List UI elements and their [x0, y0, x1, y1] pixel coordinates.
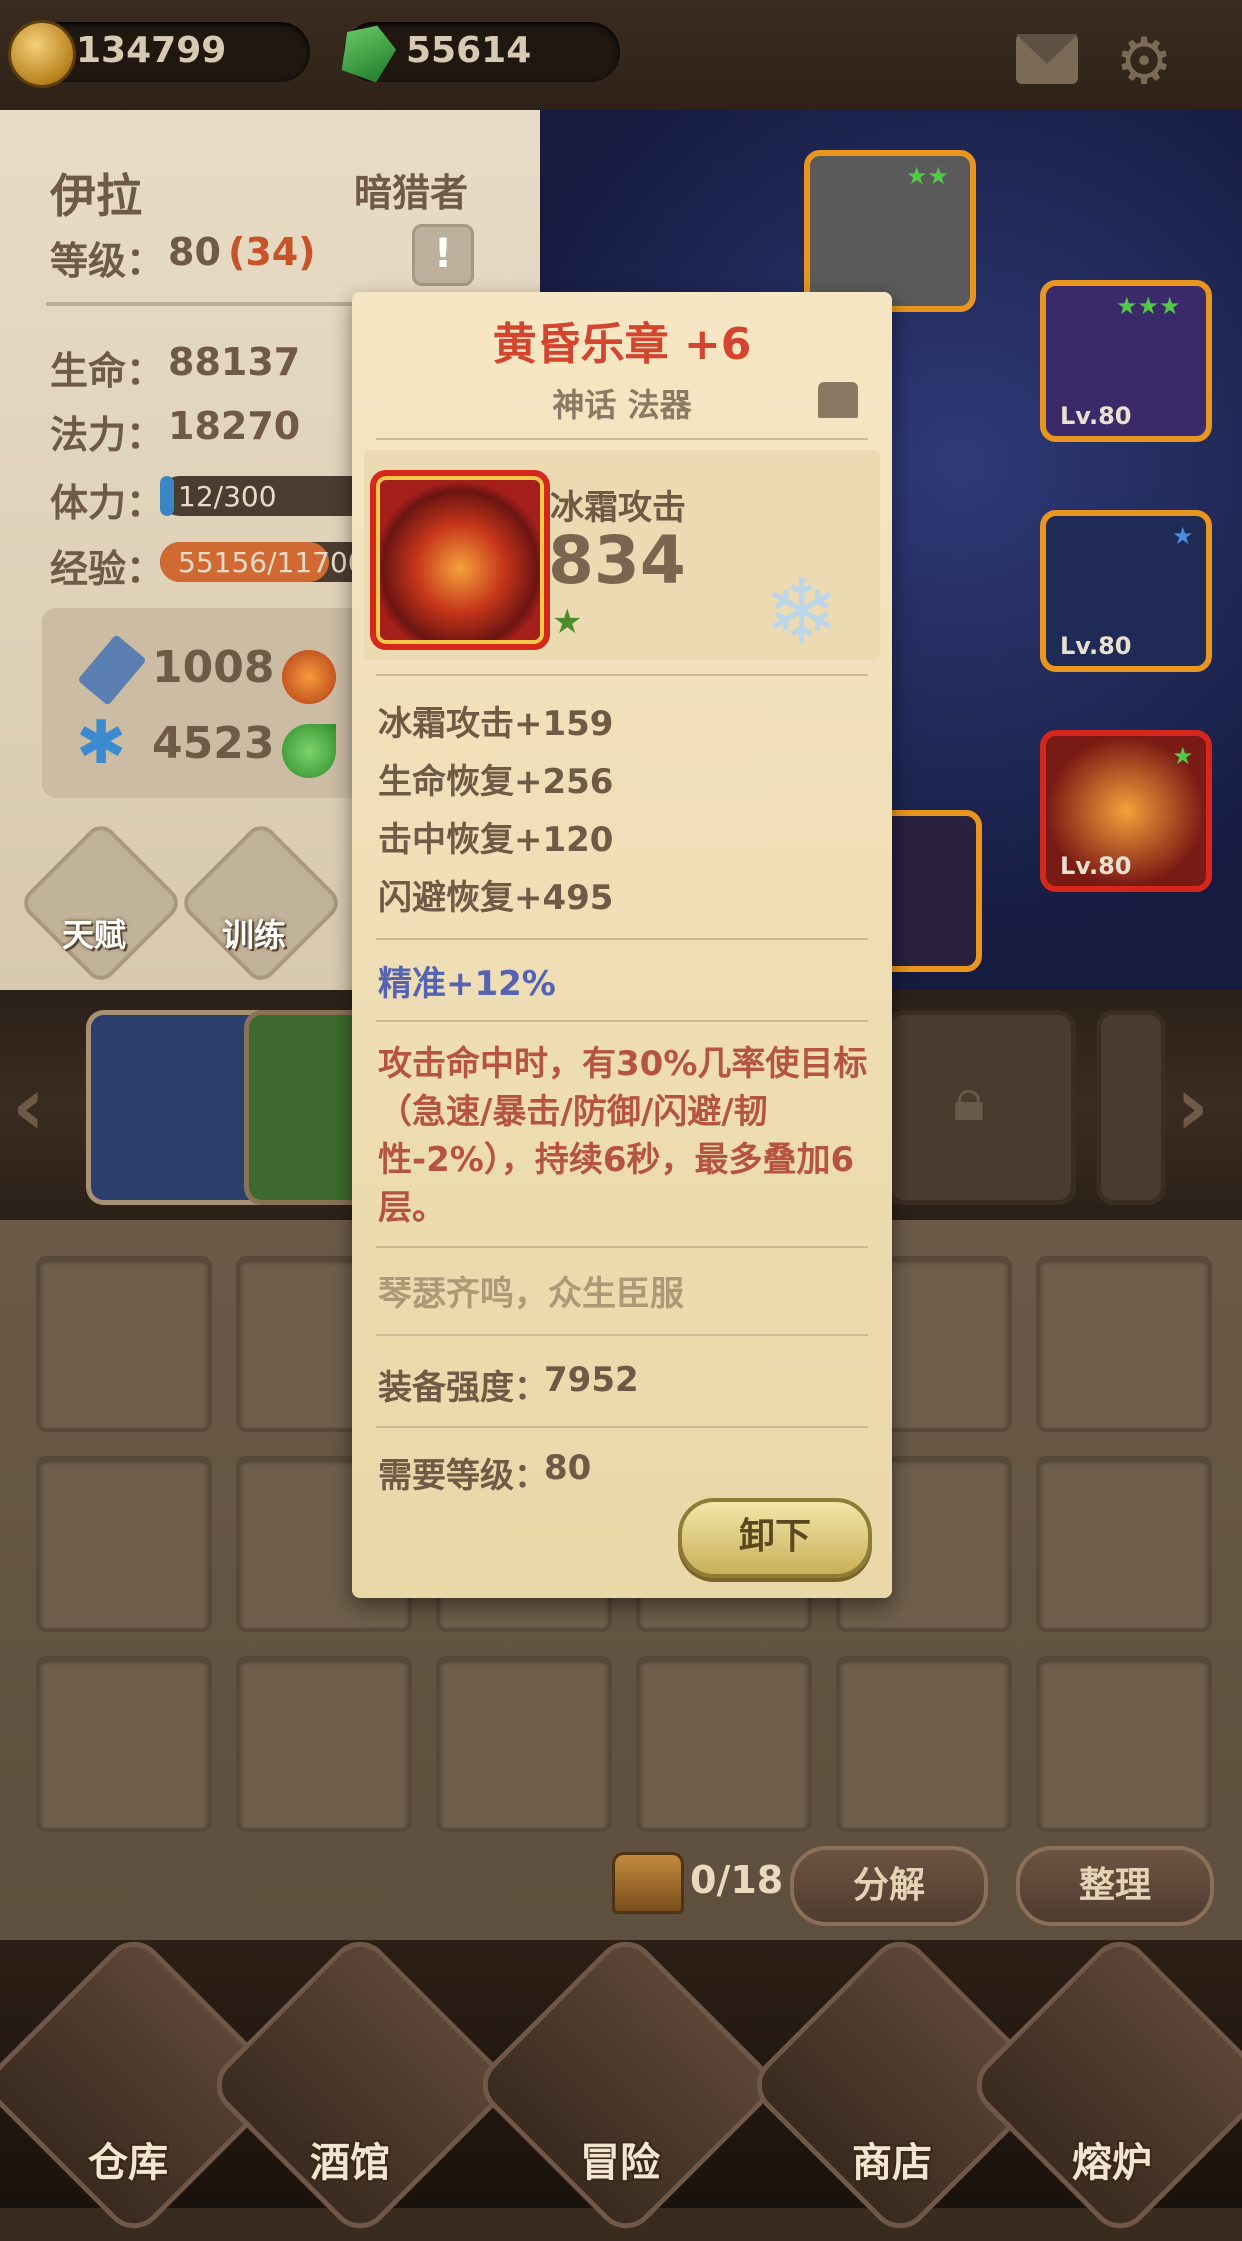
- item-title: 黄昏乐章 +6: [492, 319, 752, 370]
- frost-value: 4523: [152, 718, 275, 769]
- slot-stars: ★★★: [1116, 292, 1181, 320]
- equipment-slot-artifact[interactable]: ★ Lv.80: [1040, 730, 1212, 892]
- decompose-button[interactable]: 分解: [790, 1846, 988, 1926]
- inventory-capacity: 0/18: [690, 1858, 784, 1902]
- stamina-bar-fill: [160, 476, 175, 516]
- divider: [376, 1426, 868, 1428]
- stat-line: 击中恢复+120: [378, 820, 614, 860]
- training-button[interactable]: [177, 819, 345, 987]
- item-effect-description: 攻击命中时，有30%几率使目标（急速/暴击/防御/闪避/韧性-2%），持续6秒，…: [378, 1044, 868, 1228]
- slot-level: Lv.80: [1060, 852, 1132, 880]
- hero-class: 暗猎者: [354, 171, 469, 215]
- hero-card-locked[interactable]: 🔒︎: [886, 1010, 1076, 1205]
- sword-icon: [77, 634, 147, 706]
- inventory-slot[interactable]: [1036, 1656, 1212, 1832]
- gem-icon: [334, 17, 401, 86]
- exp-label: 经验：: [50, 547, 165, 591]
- divider: [376, 1020, 868, 1022]
- inventory-slot[interactable]: [236, 1656, 412, 1832]
- chevron-left-icon[interactable]: ‹: [12, 1060, 45, 1153]
- nav-adventure-label: 冒险: [580, 2140, 660, 2186]
- slot-stars: ★★: [906, 162, 950, 190]
- exp-value: 55156/11700: [178, 546, 366, 579]
- coin-amount: 134799: [76, 30, 227, 71]
- inventory-slot[interactable]: [636, 1656, 812, 1832]
- mail-icon[interactable]: [1016, 34, 1078, 84]
- mp-label: 法力：: [50, 413, 165, 457]
- slot-stars: ★: [1172, 742, 1194, 770]
- item-flavor-text: 琴瑟齐鸣，众生臣服: [378, 1274, 684, 1314]
- divider: [376, 1334, 868, 1336]
- stamina-value: 12/300: [178, 480, 277, 513]
- divider: [376, 438, 868, 440]
- stat-line: 闪避恢复+495: [378, 878, 614, 918]
- coin-counter: 134799: [8, 20, 310, 88]
- bonus-stat: 精准+12%: [378, 964, 556, 1004]
- required-level-label: 需要等级：: [378, 1456, 548, 1496]
- inventory-slot[interactable]: [1036, 1456, 1212, 1632]
- nav-forge-label: 熔炉: [1072, 2140, 1152, 2186]
- info-button[interactable]: !: [412, 224, 474, 286]
- main-stat-value: 834: [548, 522, 686, 599]
- top-bar: 134799 55614 ⚙: [0, 0, 1242, 110]
- divider: [376, 1246, 868, 1248]
- inventory-slot[interactable]: [836, 1656, 1012, 1832]
- stat-line: 冰霜攻击+159: [378, 704, 614, 744]
- lock-icon: 🔒︎: [953, 1065, 985, 1135]
- hero-name: 伊拉: [50, 169, 142, 223]
- item-detail-card: 黄昏乐章 +6 神话 法器 冰霜攻击 834 ★ ❄ 冰霜攻击+159 生命恢复…: [352, 292, 892, 1598]
- training-label: 训练: [222, 916, 287, 954]
- shirt-icon: [818, 382, 858, 418]
- inventory-slot[interactable]: [36, 1656, 212, 1832]
- stat-line: 生命恢复+256: [378, 762, 614, 802]
- divider: [376, 674, 868, 676]
- inventory-slot[interactable]: [36, 1256, 212, 1432]
- level-label: 等级：: [50, 239, 165, 283]
- gear-icon[interactable]: ⚙: [1112, 30, 1176, 94]
- required-level-value: 80: [544, 1448, 592, 1488]
- divider: [376, 938, 868, 940]
- snowflake-icon: ✱: [76, 708, 127, 778]
- talent-label: 天赋: [62, 916, 127, 954]
- power-label: 装备强度：: [378, 1368, 548, 1408]
- coin-icon: [8, 20, 76, 88]
- level-bonus: (34): [228, 230, 316, 274]
- gem-amount: 55614: [406, 30, 532, 71]
- level-value: 80: [168, 230, 221, 274]
- equipment-slot-helmet[interactable]: ★★: [804, 150, 976, 312]
- inventory-slot[interactable]: [436, 1656, 612, 1832]
- slot-level: Lv.80: [1060, 402, 1132, 430]
- nav-tavern-label: 酒馆: [310, 2140, 390, 2186]
- power-value: 7952: [544, 1360, 639, 1400]
- leaf-icon: [282, 724, 336, 778]
- inventory-slot[interactable]: [1036, 1256, 1212, 1432]
- talent-button[interactable]: [17, 819, 185, 987]
- chevron-right-icon[interactable]: ›: [1176, 1060, 1209, 1153]
- attack-value: 1008: [152, 642, 275, 693]
- nav-shop-label: 商店: [852, 2140, 932, 2186]
- mp-value: 18270: [168, 404, 301, 448]
- hp-value: 88137: [168, 340, 301, 384]
- hp-label: 生命：: [50, 349, 165, 393]
- hero-card-locked[interactable]: [1096, 1010, 1166, 1205]
- slot-level: Lv.80: [1060, 632, 1132, 660]
- gem-counter: 55614: [344, 22, 620, 82]
- fire-icon: [282, 650, 336, 704]
- slot-stars: ★: [1172, 522, 1194, 550]
- equipment-slot-accessory[interactable]: ★★★ Lv.80: [1040, 280, 1212, 442]
- stamina-label: 体力：: [50, 481, 165, 525]
- nav-warehouse-label: 仓库: [88, 2140, 168, 2186]
- snowflake-icon: ❄: [764, 560, 840, 665]
- artifact-orb-icon: [370, 470, 550, 650]
- chest-icon: [612, 1852, 684, 1914]
- item-subtitle: 神话 法器: [552, 386, 692, 424]
- star-icon: ★: [552, 602, 583, 642]
- equipment-slot-cloak[interactable]: ★ Lv.80: [1040, 510, 1212, 672]
- unequip-button[interactable]: 卸下: [678, 1498, 872, 1578]
- organize-button[interactable]: 整理: [1016, 1846, 1214, 1926]
- inventory-slot[interactable]: [36, 1456, 212, 1632]
